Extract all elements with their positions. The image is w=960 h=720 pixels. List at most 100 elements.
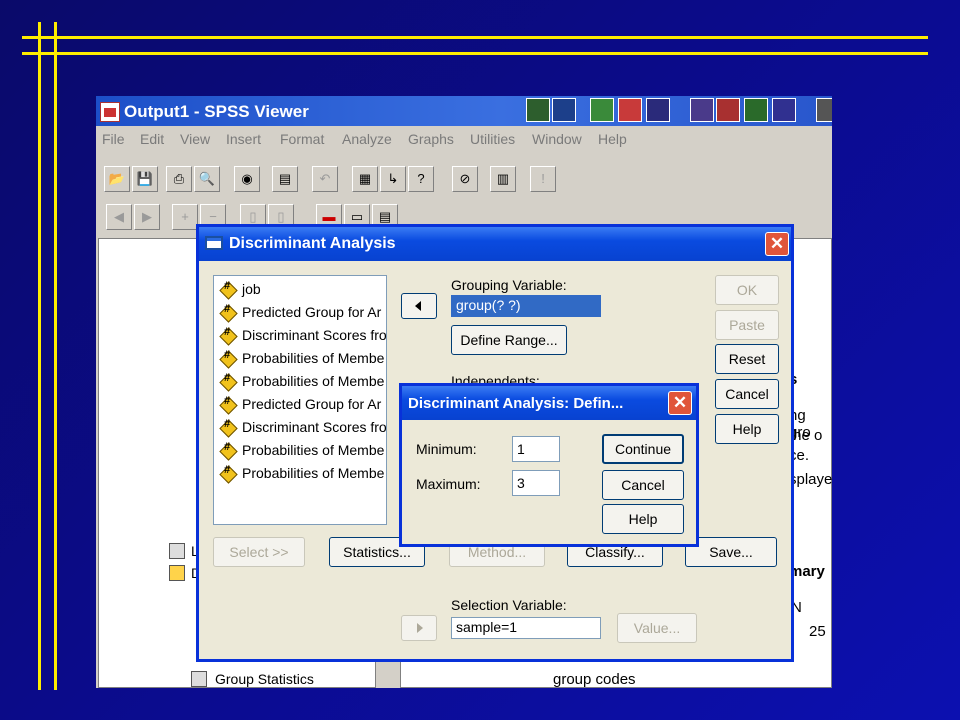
menu-help[interactable]: Help <box>598 131 627 147</box>
tray-icon-9[interactable] <box>772 98 796 122</box>
export-icon[interactable]: ◉ <box>234 166 260 192</box>
undo-icon[interactable]: ↶ <box>312 166 338 192</box>
numeric-variable-icon <box>220 280 236 298</box>
numeric-variable-icon <box>220 372 236 390</box>
tray-icon-8[interactable] <box>744 98 768 122</box>
define-range-titlebar: Discriminant Analysis: Defin... ✕ <box>402 386 696 420</box>
tray-icon-10[interactable] <box>816 98 832 122</box>
menu-view[interactable]: View <box>180 131 210 147</box>
paste-button[interactable]: Paste <box>715 310 779 340</box>
expand-icon[interactable]: + <box>172 204 198 230</box>
tray-icon-1[interactable] <box>526 98 550 122</box>
group-codes-text: group codes <box>553 671 636 688</box>
maximum-field[interactable]: 3 <box>512 470 560 496</box>
tray-icon-3[interactable] <box>590 98 614 122</box>
save-icon[interactable]: 💾 <box>132 166 158 192</box>
content-line-4: splaye <box>789 471 832 488</box>
variables-icon[interactable]: ? <box>408 166 434 192</box>
cancel-range-button[interactable]: Cancel <box>602 470 684 500</box>
use-sets-icon[interactable]: ⊘ <box>452 166 478 192</box>
menu-format[interactable]: Format <box>280 131 324 147</box>
numeric-variable-icon <box>220 326 236 344</box>
open-icon[interactable]: 📂 <box>104 166 130 192</box>
list-item[interactable]: Predicted Group for Ar <box>220 395 386 415</box>
list-item[interactable]: Probabilities of Membe <box>220 372 386 392</box>
minimum-label: Minimum: <box>416 441 477 457</box>
selection-variable-field[interactable]: sample=1 <box>451 617 601 639</box>
spss-menubar: File Edit View Insert Format Analyze Gra… <box>96 129 832 149</box>
list-item[interactable]: Probabilities of Membe <box>220 464 386 484</box>
list-item[interactable]: job <box>220 280 386 300</box>
tray-icon-7[interactable] <box>716 98 740 122</box>
variable-list[interactable]: job Predicted Group for Ar Discriminant … <box>213 275 387 525</box>
print-preview-icon[interactable]: 🔍 <box>194 166 220 192</box>
grouping-variable-field[interactable]: group(? ?) <box>451 295 601 317</box>
numeric-variable-icon <box>220 349 236 367</box>
designate-window-icon[interactable]: ▥ <box>490 166 516 192</box>
list-item[interactable]: Discriminant Scores fro <box>220 418 386 438</box>
arrow-left-icon <box>415 301 421 311</box>
dialog-title: Discriminant Analysis <box>229 235 396 252</box>
run-icon[interactable]: ! <box>530 166 556 192</box>
summary-heading: mary <box>789 563 825 580</box>
window-icon <box>205 236 223 250</box>
slide-line-left-1 <box>38 22 41 690</box>
help-button[interactable]: Help <box>715 414 779 444</box>
menu-window[interactable]: Window <box>532 131 582 147</box>
tray-icon-5[interactable] <box>646 98 670 122</box>
discriminant-folder-icon <box>169 565 185 581</box>
menu-edit[interactable]: Edit <box>140 131 164 147</box>
slide-line-left-2 <box>54 22 57 690</box>
spss-window-title: Output1 - SPSS Viewer <box>124 102 309 121</box>
tray-icon-2[interactable] <box>552 98 576 122</box>
numeric-variable-icon <box>220 418 236 436</box>
selection-variable-label: Selection Variable: <box>451 597 567 613</box>
slide-line-top-2 <box>22 52 928 55</box>
grouping-variable-label: Grouping Variable: <box>451 277 567 293</box>
value-button[interactable]: Value... <box>617 613 697 643</box>
minimum-field[interactable]: 1 <box>512 436 560 462</box>
print-icon[interactable]: ⎙ <box>166 166 192 192</box>
select-button[interactable]: Select >> <box>213 537 305 567</box>
close-icon[interactable]: ✕ <box>668 391 692 415</box>
log-icon <box>169 543 185 559</box>
continue-button[interactable]: Continue <box>602 434 684 464</box>
help-range-button[interactable]: Help <box>602 504 684 534</box>
numeric-variable-icon <box>220 441 236 459</box>
tray-icon-4[interactable] <box>618 98 642 122</box>
list-item[interactable]: Probabilities of Membe <box>220 349 386 369</box>
ok-button[interactable]: OK <box>715 275 779 305</box>
forward-icon[interactable]: ▶ <box>134 204 160 230</box>
reset-button[interactable]: Reset <box>715 344 779 374</box>
maximum-label: Maximum: <box>416 476 481 492</box>
spss-titlebar: Output1 - SPSS Viewer <box>96 96 832 126</box>
cancel-button[interactable]: Cancel <box>715 379 779 409</box>
recall-dialog-icon[interactable]: ▤ <box>272 166 298 192</box>
table-icon <box>191 671 207 687</box>
arrow-right-icon <box>417 623 423 633</box>
menu-utilities[interactable]: Utilities <box>470 131 515 147</box>
dialog-titlebar: Discriminant Analysis ✕ <box>199 227 791 261</box>
define-range-title: Discriminant Analysis: Defin... <box>408 395 624 412</box>
move-grouping-button[interactable] <box>401 293 437 319</box>
goto-data-icon[interactable]: ▦ <box>352 166 378 192</box>
list-item[interactable]: Predicted Group for Ar <box>220 303 386 323</box>
tray-icon-6[interactable] <box>690 98 714 122</box>
list-item[interactable]: Discriminant Scores fro <box>220 326 386 346</box>
spss-app-icon <box>100 102 120 122</box>
menu-analyze[interactable]: Analyze <box>342 131 392 147</box>
menu-graphs[interactable]: Graphs <box>408 131 454 147</box>
menu-insert[interactable]: Insert <box>226 131 261 147</box>
close-icon[interactable]: ✕ <box>765 232 789 256</box>
list-item[interactable]: Probabilities of Membe <box>220 441 386 461</box>
goto-case-icon[interactable]: ↳ <box>380 166 406 192</box>
numeric-variable-icon <box>220 464 236 482</box>
menu-file[interactable]: File <box>102 131 125 147</box>
back-icon[interactable]: ◀ <box>106 204 132 230</box>
define-range-button[interactable]: Define Range... <box>451 325 567 355</box>
content-line-2: the o <box>789 427 823 444</box>
move-selection-button[interactable] <box>401 615 437 641</box>
define-range-dialog: Discriminant Analysis: Defin... ✕ Minimu… <box>399 383 699 547</box>
tree-item-group-statistics[interactable]: Group Statistics <box>215 671 314 687</box>
numeric-variable-icon <box>220 395 236 413</box>
